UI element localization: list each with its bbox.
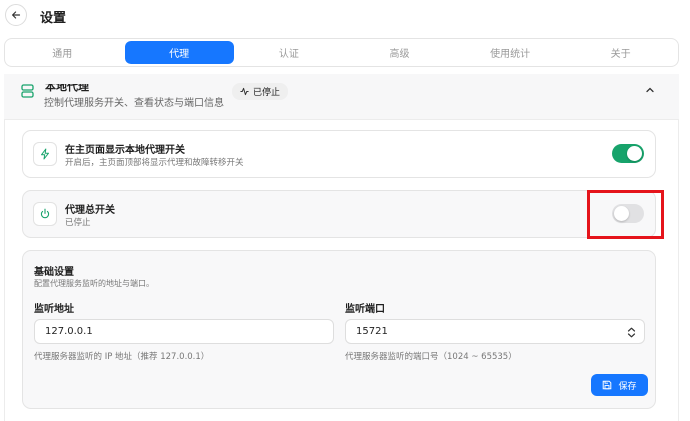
section-title: 本地代理: [45, 80, 89, 93]
back-button[interactable]: [5, 4, 27, 26]
chevrons-up-down-icon[interactable]: [627, 327, 636, 338]
local-proxy-content: 在主页面显示本地代理开关 开启后，主页面顶部将显示代理和故障转移开关 代理总开关…: [4, 120, 679, 421]
master-switch-subtitle: 已停止: [65, 218, 91, 228]
port-label: 监听端口: [345, 304, 385, 315]
basic-settings-title: 基础设置: [34, 267, 74, 278]
highlight-annotation-box: [587, 190, 664, 239]
port-hint: 代理服务器监听的端口号（1024 ~ 65535）: [345, 352, 517, 362]
basic-settings-card: 基础设置 配置代理服务监听的地址与端口。 监听地址 127.0.0.1 代理服务…: [22, 250, 656, 409]
tab-auth[interactable]: 认证: [234, 41, 345, 64]
card-icon-box: [33, 202, 57, 226]
port-input[interactable]: 15721: [345, 319, 645, 344]
activity-icon: [240, 87, 249, 96]
tab-usage-stats[interactable]: 使用统计: [455, 41, 566, 64]
address-value: 127.0.0.1: [45, 326, 93, 337]
status-text: 已停止: [253, 88, 281, 98]
show-on-home-subtitle: 开启后，主页面顶部将显示代理和故障转移开关: [65, 158, 244, 168]
basic-settings-subtitle: 配置代理服务监听的地址与端口。: [34, 279, 154, 288]
tab-advanced[interactable]: 高级: [344, 41, 455, 64]
show-on-home-card: 在主页面显示本地代理开关 开启后，主页面顶部将显示代理和故障转移开关: [22, 130, 656, 178]
server-icon: [21, 84, 34, 98]
local-proxy-section-header[interactable]: 本地代理 控制代理服务开关、查看状态与端口信息 已停止: [4, 74, 679, 120]
tab-bar: 通用 代理 认证 高级 使用统计 关于: [4, 38, 679, 67]
save-icon: [603, 380, 612, 390]
port-value: 15721: [356, 326, 388, 337]
page-title: 设置: [40, 11, 67, 26]
power-icon: [40, 208, 50, 219]
tab-proxy[interactable]: 代理: [124, 41, 234, 64]
card-icon-box: [33, 142, 57, 166]
address-label: 监听地址: [34, 304, 74, 315]
header: 设置: [0, 0, 690, 34]
master-switch-card: 代理总开关 已停止: [22, 190, 656, 238]
address-input[interactable]: 127.0.0.1: [34, 319, 334, 344]
save-button[interactable]: 保存: [591, 374, 648, 396]
section-subtitle: 控制代理服务开关、查看状态与端口信息: [44, 98, 224, 109]
arrow-left-icon: [12, 11, 21, 19]
show-on-home-title: 在主页面显示本地代理开关: [65, 145, 185, 156]
zap-icon: [41, 148, 49, 160]
tab-about[interactable]: 关于: [565, 41, 676, 64]
save-label: 保存: [618, 381, 637, 392]
show-on-home-toggle[interactable]: [612, 144, 644, 163]
chevron-up-icon[interactable]: [645, 85, 655, 95]
status-badge: 已停止: [232, 83, 289, 100]
address-hint: 代理服务器监听的 IP 地址（推荐 127.0.0.1）: [34, 352, 210, 362]
master-switch-title: 代理总开关: [65, 205, 115, 216]
tab-general[interactable]: 通用: [7, 41, 118, 64]
toggle-knob: [627, 146, 642, 161]
